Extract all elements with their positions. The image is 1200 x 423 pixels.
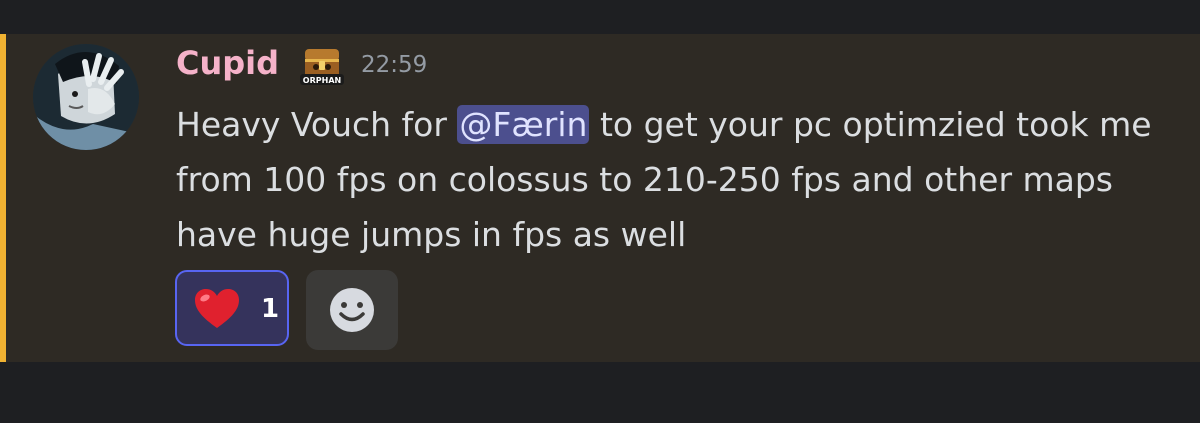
message-text: Heavy Vouch for (176, 105, 458, 144)
reaction-count: 1 (261, 294, 280, 324)
add-reaction-button[interactable] (306, 270, 398, 350)
orphan-treasure-chest-icon[interactable]: ORPHAN (297, 45, 347, 87)
avatar[interactable] (33, 44, 139, 150)
svg-text:ORPHAN: ORPHAN (303, 76, 341, 85)
smile-face-icon (330, 288, 374, 332)
red-heart-icon (195, 289, 239, 328)
message-highlight-bar (0, 34, 6, 362)
author-name[interactable]: Cupid (176, 44, 279, 82)
user-mention[interactable]: @Færin (457, 105, 590, 144)
chat-message: Cupid ORPHAN 22:59 Heavy Vouch for @Færi… (0, 34, 1200, 362)
message-content: Heavy Vouch for @Færin to get your pc op… (176, 97, 1166, 262)
reaction-button[interactable]: 1 (175, 270, 289, 346)
message-timestamp[interactable]: 22:59 (361, 51, 427, 79)
